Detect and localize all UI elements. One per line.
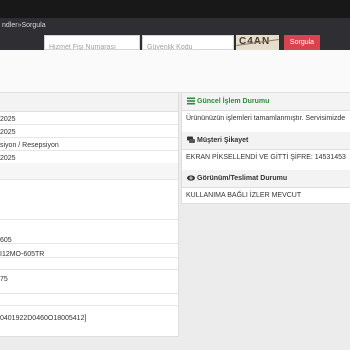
detail-row: 605 <box>0 219 178 244</box>
status-header: Güncel İşlem Durumu <box>182 93 350 111</box>
appearance-header: Görünüm/Teslimat Durumu <box>182 170 350 188</box>
detail-value: 2025 <box>0 155 16 162</box>
detail-value: 0401922D0460O18005412] <box>0 315 87 322</box>
detail-row: siyon / Resepsiyon <box>0 137 178 151</box>
detail-value: siyon / Resepsiyon <box>0 142 59 149</box>
query-form: C4AN Sorgula <box>0 35 350 54</box>
status-title: Güncel İşlem Durumu <box>197 98 270 105</box>
status-panel: Güncel İşlem Durumu Ürününüzün işlemleri… <box>181 92 350 204</box>
detail-section-header <box>0 163 178 180</box>
detail-row: 2025 <box>0 124 178 138</box>
eye-icon <box>187 175 195 181</box>
details-card-header <box>0 93 178 112</box>
detail-value: 2025 <box>0 129 16 136</box>
service-slip-field-wrap <box>44 35 140 54</box>
breadcrumb-text: ndler»Sorgula <box>2 22 46 29</box>
status-text: Ürününüzün işlemleri tamamlanmıştır. Ser… <box>186 115 346 122</box>
device-details-card: 2025 2025 siyon / Resepsiyon 2025 605 I1… <box>0 92 179 337</box>
detail-row: I12MO-605TR <box>0 243 178 258</box>
captcha-image: C4AN <box>236 35 279 50</box>
detail-row: 0401922D0460O18005412] <box>0 305 178 335</box>
complaint-text: EKRAN PİKSELLENDİ VE GİTTİ ŞİFRE: 145314… <box>186 154 346 161</box>
appearance-title: Görünüm/Teslimat Durumu <box>197 175 288 182</box>
appearance-text: KULLANIMA BAĞLI İZLER MEVCUT <box>186 192 302 199</box>
complaint-title: Müşteri Şikayet <box>197 137 249 144</box>
detail-row: 2025 <box>0 150 178 164</box>
page-header-strip <box>0 50 350 93</box>
top-bar <box>0 0 350 18</box>
list-icon <box>187 97 195 105</box>
detail-row: 75 <box>0 269 178 294</box>
security-code-field-wrap <box>142 35 234 54</box>
detail-value: 2025 <box>0 116 16 123</box>
complaint-header: Müşteri Şikayet <box>182 132 350 150</box>
comments-icon <box>187 136 195 143</box>
breadcrumb: ndler»Sorgula <box>0 18 350 35</box>
detail-row: 2025 <box>0 111 178 125</box>
detail-row <box>0 179 178 220</box>
detail-value: 75 <box>0 276 8 283</box>
query-button[interactable]: Sorgula <box>284 35 320 50</box>
